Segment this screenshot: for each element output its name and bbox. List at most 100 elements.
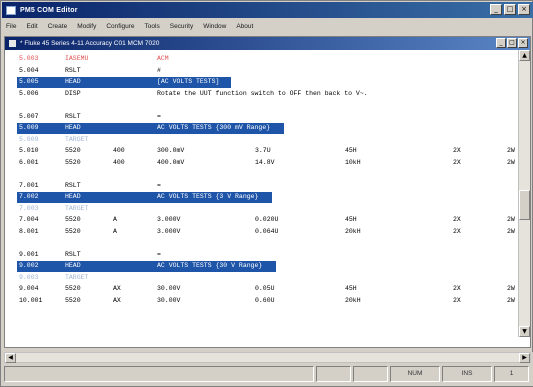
line-field-num: 8.001 <box>19 227 39 235</box>
procedure-line[interactable]: 5.009 TARGET <box>5 135 518 144</box>
line-field-c3: [AC VOLTS TESTS] <box>157 78 220 85</box>
menu-window[interactable]: Window <box>203 23 226 30</box>
line-field-c6: 2X <box>453 158 461 166</box>
procedure-line[interactable] <box>5 238 518 247</box>
line-field-c7: 2W <box>507 158 515 166</box>
line-field-c3: 3.000V <box>157 227 181 235</box>
line-field-c3: 400.0mV <box>157 158 185 166</box>
line-field-c1: 5520 <box>65 227 81 235</box>
line-field-c5: 45H <box>345 285 357 292</box>
line-field-c2: AX <box>113 285 121 292</box>
line-field-c5: 45H <box>345 147 357 154</box>
restore-button[interactable]: □ <box>504 4 516 15</box>
status-panel-2 <box>316 366 351 382</box>
line-field-c1: TARGET <box>65 135 89 143</box>
menu-about[interactable]: About <box>236 23 253 30</box>
line-field-c6: 2X <box>453 147 461 154</box>
horizontal-scrollbar[interactable]: ◀ ▶ <box>4 352 531 363</box>
procedure-line[interactable]: 9.001 RSLT = <box>5 250 518 259</box>
procedure-line[interactable]: 5.005 HEAD [AC VOLTS TESTS] <box>5 77 518 88</box>
status-bar: NUM INS 1 <box>4 366 531 382</box>
line-field-num: 5.003 <box>19 55 39 62</box>
app-icon <box>6 5 16 15</box>
line-field-c1: DISP <box>65 89 81 97</box>
close-button[interactable]: × <box>518 4 530 15</box>
procedure-line[interactable]: 7.003 TARGET <box>5 204 518 213</box>
procedure-line[interactable] <box>5 100 518 109</box>
line-field-c1: IASEMU <box>65 55 89 62</box>
vertical-scrollbar[interactable]: ▲ ▼ <box>518 50 530 337</box>
line-field-c1: RSLT <box>65 181 81 189</box>
line-field-c1: TARGET <box>65 273 89 281</box>
line-field-c1: HEAD <box>65 262 81 269</box>
menu-configure[interactable]: Configure <box>106 23 134 30</box>
line-field-num: 5.009 <box>19 135 39 143</box>
title-bar[interactable]: PM5 COM Editor _ □ × <box>2 2 533 18</box>
menu-create[interactable]: Create <box>48 23 68 30</box>
line-field-c6: 2X <box>453 216 461 223</box>
minimize-button[interactable]: _ <box>490 4 502 15</box>
line-field-c4: 3.7U <box>255 147 271 154</box>
line-field-c5: 45H <box>345 216 357 223</box>
procedure-line[interactable]: 7.001 RSLT = <box>5 181 518 190</box>
line-field-c1: HEAD <box>65 124 81 131</box>
procedure-line[interactable] <box>5 169 518 178</box>
procedure-line[interactable]: 6.001 5520 400 400.0mV 14.8V 10kH 2X 2W <box>5 158 518 167</box>
line-field-c2: 400 <box>113 147 125 154</box>
procedure-line[interactable]: 9.002 HEAD AC VOLTS TESTS {30 V Range} <box>5 261 518 272</box>
document-title: * Fluke 45 Series 4-11 Accuracy C01 MCM … <box>20 40 160 47</box>
procedure-line[interactable]: 9.003 TARGET <box>5 273 518 282</box>
scroll-up-arrow-icon[interactable]: ▲ <box>519 50 530 61</box>
menu-security[interactable]: Security <box>170 23 193 30</box>
line-field-c3: 30.00V <box>157 296 181 304</box>
app-window: PM5 COM Editor _ □ × File Edit Create Mo… <box>0 0 533 387</box>
menu-edit[interactable]: Edit <box>26 23 37 30</box>
line-field-c7: 2W <box>507 147 515 154</box>
vertical-scroll-thumb[interactable] <box>519 190 530 220</box>
procedure-editor[interactable]: 5.003 IASEMU ACM 5.004 RSLT # 5.005 HEAD [AC VOL… <box>5 50 518 337</box>
scroll-down-arrow-icon[interactable]: ▼ <box>519 326 530 337</box>
scroll-left-arrow-icon[interactable]: ◀ <box>5 353 16 363</box>
status-num-indicator: NUM <box>390 366 440 382</box>
line-field-c5: 20kH <box>345 227 361 235</box>
line-field-c4: 0.064U <box>255 227 279 235</box>
procedure-line[interactable]: 5.007 RSLT = <box>5 112 518 121</box>
doc-close-button[interactable]: × <box>518 38 528 48</box>
procedure-line[interactable]: 7.002 HEAD AC VOLTS TESTS {3 V Range} <box>5 192 518 203</box>
line-field-num: 5.004 <box>19 66 39 74</box>
line-field-c5: 20kH <box>345 296 361 304</box>
procedure-line[interactable]: 5.004 RSLT # <box>5 66 518 75</box>
line-field-num: 5.006 <box>19 89 39 97</box>
document-title-bar[interactable]: * Fluke 45 Series 4-11 Accuracy C01 MCM … <box>5 37 530 50</box>
procedure-line[interactable]: 5.003 IASEMU ACM <box>5 54 518 63</box>
scroll-right-arrow-icon[interactable]: ▶ <box>519 353 530 363</box>
menu-modify[interactable]: Modify <box>77 23 96 30</box>
line-field-c6: 2X <box>453 296 461 304</box>
procedure-line[interactable]: 7.004 5520 A 3.000V 0.020U 45H 2X 2W <box>5 215 518 224</box>
line-field-c5: 10kH <box>345 158 361 166</box>
line-field-c3: = <box>157 250 161 258</box>
procedure-line[interactable]: 5.006 DISP Rotate the UUT function switch … <box>5 89 518 98</box>
line-field-c3: = <box>157 181 161 189</box>
line-field-c3: 3.000V <box>157 216 181 223</box>
line-field-c7: 2W <box>507 216 515 223</box>
status-panel-main <box>4 366 314 382</box>
line-field-c1: 5520 <box>65 158 81 166</box>
procedure-line[interactable]: 8.001 5520 A 3.000V 0.064U 20kH 2X 2W <box>5 227 518 236</box>
line-field-c3: ACM <box>157 55 169 62</box>
menu-tools[interactable]: Tools <box>145 23 160 30</box>
procedure-line[interactable]: 9.004 5520 AX 30.00V 0.05U 45H 2X 2W <box>5 284 518 293</box>
line-field-c3: = <box>157 112 161 120</box>
status-panel-3 <box>353 366 388 382</box>
line-field-num: 7.003 <box>19 204 39 212</box>
procedure-line[interactable]: 5.009 HEAD AC VOLTS TESTS {300 mV Range} <box>5 123 518 134</box>
procedure-line[interactable]: 5.010 5520 400 300.0mV 3.7U 45H 2X 2W <box>5 146 518 155</box>
menu-bar: File Edit Create Modify Configure Tools … <box>2 19 533 33</box>
procedure-line[interactable]: 10.001 5520 AX 30.00V 0.60U 20kH 2X 2W <box>5 296 518 305</box>
menu-file[interactable]: File <box>6 23 16 30</box>
doc-minimize-button[interactable]: _ <box>496 38 506 48</box>
line-field-num: 9.002 <box>19 262 39 269</box>
doc-restore-button[interactable]: □ <box>507 38 517 48</box>
line-field-c1: 5520 <box>65 147 81 154</box>
line-field-c6: 2X <box>453 227 461 235</box>
